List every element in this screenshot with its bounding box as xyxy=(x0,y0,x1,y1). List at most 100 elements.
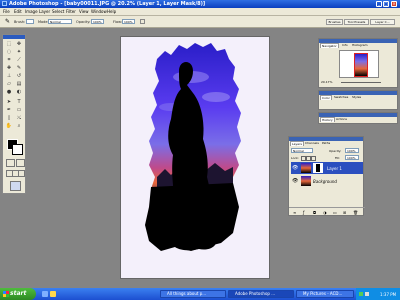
layer-mask-thumbnail[interactable] xyxy=(313,163,323,173)
quick-mask-mode-icon[interactable] xyxy=(16,159,25,167)
tray-network-icon[interactable] xyxy=(359,292,363,296)
lock-position-checkbox[interactable] xyxy=(311,156,316,161)
navigator-zoom-slider[interactable] xyxy=(341,82,381,83)
menu-filter[interactable]: Filter xyxy=(66,9,76,14)
blur-tool-icon[interactable]: ● xyxy=(5,89,13,96)
start-label: start xyxy=(10,290,27,297)
brush-tool-icon[interactable]: ✎ xyxy=(15,65,23,72)
dodge-tool-icon[interactable]: ◐ xyxy=(15,89,23,96)
standard-mode-icon[interactable] xyxy=(6,159,15,167)
clone-stamp-tool-icon[interactable]: ⊥ xyxy=(5,73,13,80)
start-button[interactable]: start xyxy=(0,288,36,300)
menu-select[interactable]: Select xyxy=(52,9,64,14)
magic-wand-tool-icon[interactable]: ✦ xyxy=(15,49,23,56)
tab-styles[interactable]: Styles xyxy=(351,95,362,100)
taskbar-button-browser[interactable]: All things about p... xyxy=(160,290,226,298)
close-button[interactable]: × xyxy=(391,1,397,7)
windows-logo-icon xyxy=(3,291,9,297)
navigator-zoom-value[interactable]: 20.17% xyxy=(321,80,332,84)
layer-style-icon[interactable]: ƒ xyxy=(303,210,304,215)
layer-fill-label: Fill: xyxy=(335,156,341,160)
new-group-icon[interactable]: ▭ xyxy=(333,210,337,215)
tool-options-bar: ✎ Brush: Mode: Normal Opacity: 100% Flow… xyxy=(0,16,400,28)
opacity-field[interactable]: 100% xyxy=(91,19,104,24)
brush-preset-picker[interactable] xyxy=(26,19,34,24)
shape-tool-icon[interactable]: ▭ xyxy=(15,107,23,114)
menu-image[interactable]: Image xyxy=(25,9,38,14)
jump-to-imageready-icon[interactable] xyxy=(10,181,21,191)
layer-blend-mode-select[interactable]: Normal xyxy=(291,148,313,153)
move-tool-icon[interactable]: ✥ xyxy=(15,41,23,48)
flow-field[interactable]: 100% xyxy=(122,19,135,24)
navigator-thumbnail[interactable] xyxy=(339,50,379,78)
hand-tool-icon[interactable]: ✋ xyxy=(5,123,13,130)
notes-tool-icon[interactable]: ▯ xyxy=(5,115,13,122)
path-selection-tool-icon[interactable]: ➤ xyxy=(5,99,13,106)
visibility-eye-icon[interactable]: 👁 xyxy=(292,165,298,171)
navigator-view-box[interactable] xyxy=(354,53,368,77)
tab-histogram[interactable]: Histogram xyxy=(351,43,369,48)
maximize-button[interactable]: □ xyxy=(383,1,389,7)
tab-actions[interactable]: Actions xyxy=(335,117,348,122)
window-title-bar: Adobe Photoshop - [baby00011.JPG @ 20.2%… xyxy=(0,0,400,8)
marquee-tool-icon[interactable]: ⬚ xyxy=(5,41,13,48)
layer-row-layer-1[interactable]: 👁 Layer 1 xyxy=(291,162,363,174)
link-layers-icon[interactable]: ∞ xyxy=(293,210,296,215)
zoom-tool-icon[interactable]: ⌕ xyxy=(15,123,23,130)
mode-select[interactable]: Normal xyxy=(48,19,72,24)
tab-navigator[interactable]: Navigator xyxy=(320,43,339,48)
brush-tool-icon[interactable]: ✎ xyxy=(4,18,11,25)
tray-volume-icon[interactable] xyxy=(365,292,369,296)
tab-channels[interactable]: Channels xyxy=(304,141,320,146)
type-tool-icon[interactable]: T xyxy=(15,99,23,106)
eraser-tool-icon[interactable]: ▱ xyxy=(5,81,13,88)
tab-history[interactable]: History xyxy=(320,117,335,122)
airbrush-toggle[interactable] xyxy=(140,19,145,24)
menu-file[interactable]: File xyxy=(3,9,10,14)
healing-brush-tool-icon[interactable]: ✚ xyxy=(5,65,13,72)
document-canvas[interactable] xyxy=(120,36,270,279)
adjustment-layer-icon[interactable]: ◑ xyxy=(323,210,327,215)
tools-palette-header[interactable] xyxy=(3,35,25,39)
flow-label: Flow: xyxy=(113,20,122,24)
add-mask-icon[interactable]: ◘ xyxy=(313,210,316,215)
gradient-tool-icon[interactable]: ▤ xyxy=(15,81,23,88)
layer-opacity-field[interactable]: 100% xyxy=(345,148,359,153)
delete-layer-icon[interactable]: 🗑 xyxy=(353,210,358,215)
tab-info[interactable]: Info xyxy=(341,43,349,48)
layers-panel: Layers Channels Paths Normal Opacity: 10… xyxy=(288,136,365,218)
menu-edit[interactable]: Edit xyxy=(14,9,22,14)
menu-help[interactable]: Help xyxy=(107,9,116,14)
taskbar-button-acdsee[interactable]: My Pictures - ACD... xyxy=(296,290,354,298)
tab-paths[interactable]: Paths xyxy=(321,141,331,146)
menu-window[interactable]: Window xyxy=(91,9,107,14)
taskbar-button-photoshop[interactable]: Adobe Photoshop ... xyxy=(228,290,294,298)
layers-panel-footer: ∞ ƒ ◘ ◑ ▭ ⊞ 🗑 xyxy=(289,207,365,218)
palette-tab-brushes[interactable]: Brushes xyxy=(326,19,343,25)
layer-row-background[interactable]: 👁 Background xyxy=(291,175,363,187)
palette-tab-layer-comps[interactable]: Layer C... xyxy=(370,19,395,25)
tab-swatches[interactable]: Swatches xyxy=(333,95,349,100)
lasso-tool-icon[interactable]: ◌ xyxy=(5,49,13,56)
visibility-eye-icon[interactable]: 👁 xyxy=(292,178,298,184)
menu-view[interactable]: View xyxy=(79,9,89,14)
slice-tool-icon[interactable]: ⟋ xyxy=(15,57,23,64)
minimize-button[interactable]: _ xyxy=(376,1,382,7)
eyedropper-tool-icon[interactable]: ⤯ xyxy=(15,115,23,122)
layer-fill-field[interactable]: 100% xyxy=(345,155,359,160)
window-title: Adobe Photoshop - [baby00011.JPG @ 20.2%… xyxy=(9,1,206,7)
new-layer-icon[interactable]: ⊞ xyxy=(343,210,346,215)
background-color-swatch[interactable] xyxy=(12,144,23,155)
layer-lock-label: Lock: xyxy=(291,156,299,160)
menu-layer[interactable]: Layer xyxy=(39,9,50,14)
palette-tab-tool-presets[interactable]: Tool Presets xyxy=(344,19,369,25)
crop-tool-icon[interactable]: ⌗ xyxy=(5,57,13,64)
tab-color[interactable]: Color xyxy=(320,95,332,100)
tab-layers[interactable]: Layers xyxy=(290,141,304,146)
system-tray: 1:37 PM xyxy=(356,288,400,300)
history-brush-tool-icon[interactable]: ↺ xyxy=(15,73,23,80)
quick-launch-folder-icon[interactable] xyxy=(50,291,56,297)
quick-launch-ie-icon[interactable] xyxy=(42,291,48,297)
pen-tool-icon[interactable]: ✒ xyxy=(5,107,13,114)
screen-mode-full-icon[interactable] xyxy=(18,170,25,177)
